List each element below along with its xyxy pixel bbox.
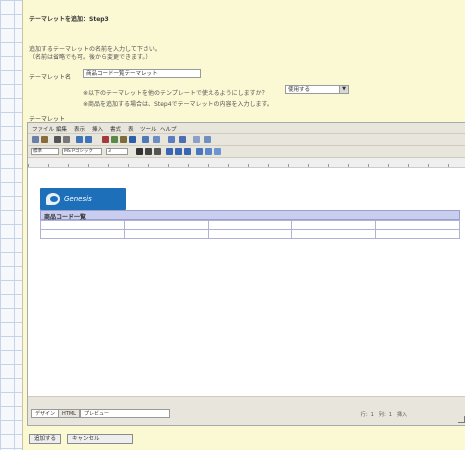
font-combo[interactable]: MS Pゴシック xyxy=(62,148,102,155)
align-right-icon[interactable] xyxy=(184,148,191,155)
font-color-icon[interactable] xyxy=(196,148,203,155)
page-title: テーマレットを追加：Step3 xyxy=(29,16,109,23)
list-icon[interactable] xyxy=(168,136,175,143)
table-cell[interactable] xyxy=(123,220,209,230)
menu-insert[interactable]: 挿入 xyxy=(92,125,103,133)
editor-ruler xyxy=(28,158,465,168)
html-editor: ファイル 編集 表示 挿入 書式 表 ツール ヘルプ 標準 MS Pゴシック 3… xyxy=(27,122,465,426)
italic-icon[interactable] xyxy=(145,148,152,155)
table-icon[interactable] xyxy=(153,136,160,143)
table-cell[interactable] xyxy=(40,229,125,239)
tab-html[interactable]: HTML xyxy=(58,409,80,418)
name-label: テーマレット名 xyxy=(29,74,72,81)
editor-menubar: ファイル 編集 表示 挿入 書式 表 ツール ヘルプ xyxy=(28,123,465,134)
indent-icon[interactable] xyxy=(179,136,186,143)
open-icon[interactable] xyxy=(41,136,48,143)
align-left-icon[interactable] xyxy=(166,148,173,155)
cut-icon[interactable] xyxy=(102,136,109,143)
save-button[interactable]: 追加する xyxy=(29,434,62,444)
tab-preview[interactable]: プレビュー xyxy=(80,409,170,418)
hr-icon[interactable] xyxy=(214,148,221,155)
link-icon[interactable] xyxy=(142,136,149,143)
style-combo[interactable]: 標準 xyxy=(31,148,59,155)
name-input[interactable]: 商品コード一覧テーマレット xyxy=(83,69,201,78)
menu-format[interactable]: 書式 xyxy=(110,125,121,133)
save-icon[interactable] xyxy=(54,136,61,143)
underline-icon[interactable] xyxy=(154,148,161,155)
cancel-button[interactable]: キャンセル xyxy=(67,434,133,444)
size-combo[interactable]: 3 xyxy=(106,148,128,155)
bg-color-icon[interactable] xyxy=(205,148,212,155)
resize-handle-icon[interactable] xyxy=(458,416,465,423)
share-select[interactable]: 使用する ▼ xyxy=(285,85,349,94)
table-header: 商品コード一覧 xyxy=(40,210,460,221)
editor-toolbar-2: 標準 MS Pゴシック 3 xyxy=(28,146,465,158)
table-cell[interactable] xyxy=(123,229,209,239)
chevron-down-icon: ▼ xyxy=(339,86,348,93)
table-cell[interactable] xyxy=(291,229,377,239)
table-cell[interactable] xyxy=(40,220,125,230)
table-cell[interactable] xyxy=(207,229,293,239)
bold-icon[interactable] xyxy=(136,148,143,155)
undo-icon[interactable] xyxy=(76,136,83,143)
status-text: 行：1 列：1 挿入 xyxy=(360,412,407,418)
menu-edit[interactable]: 編集 xyxy=(56,125,67,133)
logo-mark-icon xyxy=(46,193,60,205)
table-row xyxy=(40,229,460,239)
editor-toolbar-1 xyxy=(28,134,465,146)
step-note: ※商品を追加する場合は、Step4でテーマレットの内容を入力します。 xyxy=(83,101,273,108)
table-cell[interactable] xyxy=(375,229,460,239)
company-logo: Genesis xyxy=(40,188,126,210)
logo-text: Genesis xyxy=(64,195,92,203)
dialog-panel: テーマレットを追加：Step3 追加するテーマレットの名前を入力して下さい。 （… xyxy=(22,0,465,450)
spellcheck-icon[interactable] xyxy=(204,136,211,143)
new-icon[interactable] xyxy=(32,136,39,143)
paste-icon[interactable] xyxy=(120,136,127,143)
print-icon[interactable] xyxy=(63,136,70,143)
copy-icon[interactable] xyxy=(111,136,118,143)
menu-view[interactable]: 表示 xyxy=(74,125,85,133)
search-icon[interactable] xyxy=(193,136,200,143)
menu-help[interactable]: ヘルプ xyxy=(160,125,177,133)
menu-tools[interactable]: ツール xyxy=(140,125,157,133)
share-note: ※以下のテーマレットを他のテンプレートで使えるようにしますか？ xyxy=(83,90,268,97)
tab-design[interactable]: デザイン xyxy=(31,409,60,418)
align-center-icon[interactable] xyxy=(175,148,182,155)
table-cell[interactable] xyxy=(375,220,460,230)
menu-table[interactable]: 表 xyxy=(128,125,134,133)
image-icon[interactable] xyxy=(129,136,136,143)
table-cell[interactable] xyxy=(207,220,293,230)
description-line-2: （名前は省略でも可。後から変更できます。） xyxy=(29,54,152,61)
product-table[interactable] xyxy=(40,220,460,239)
redo-icon[interactable] xyxy=(85,136,92,143)
editor-document[interactable]: Genesis 商品コード一覧 xyxy=(28,168,465,397)
share-select-value: 使用する xyxy=(288,87,311,93)
menu-file[interactable]: ファイル xyxy=(32,125,54,133)
editor-statusbar: デザイン HTML プレビュー 行：1 列：1 挿入 xyxy=(28,396,465,425)
table-cell[interactable] xyxy=(291,220,377,230)
table-row xyxy=(40,220,460,230)
